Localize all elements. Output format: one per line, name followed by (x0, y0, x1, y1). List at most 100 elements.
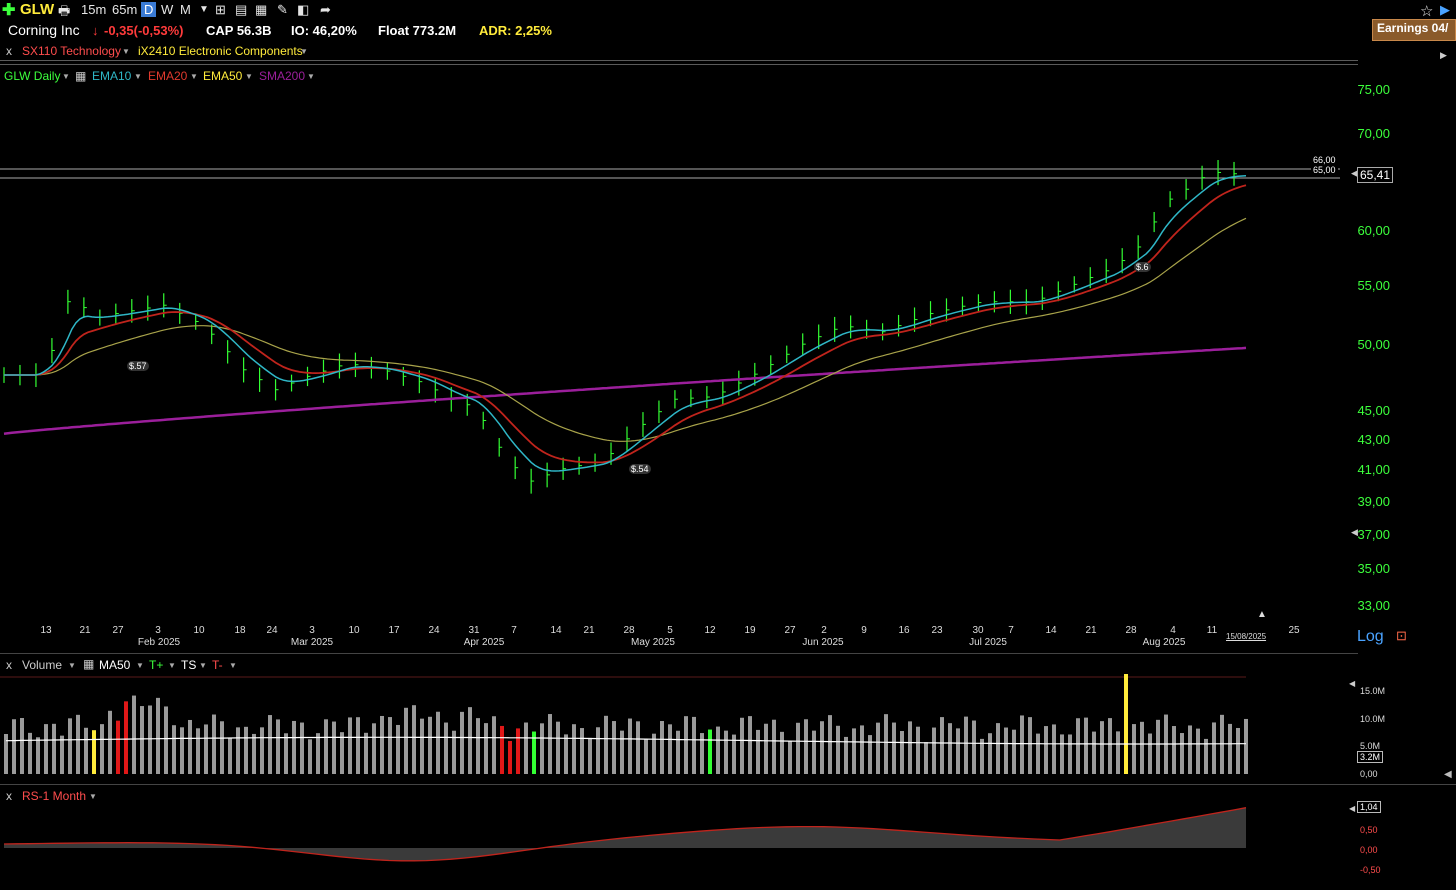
volume-bar (804, 719, 808, 774)
volume-bar (916, 726, 920, 774)
chevron-down-icon[interactable]: ▼ (122, 47, 130, 56)
print-icon[interactable]: 🖶 (58, 2, 70, 24)
price-tick: 37,00 (1357, 527, 1390, 542)
month-label: Aug 2025 (1142, 637, 1186, 648)
date-tick: 3 (309, 625, 315, 636)
timeframe-monthly[interactable]: M (180, 2, 191, 17)
timeframe-15m[interactable]: 15m (81, 2, 106, 17)
volume-bar (252, 733, 256, 774)
chevron-down-icon[interactable]: ▼ (68, 661, 76, 670)
expand-icon[interactable]: ▲ (1257, 609, 1267, 620)
chevron-down-icon[interactable]: ▼ (199, 4, 209, 15)
arrow-left-icon: ◀ (1349, 804, 1356, 813)
close-volume-button[interactable]: x (6, 658, 12, 672)
volume-bar (276, 719, 280, 774)
arrow-left-icon: ◀ (1349, 679, 1356, 688)
volume-bar (308, 739, 312, 774)
volume-bar (508, 740, 512, 774)
dividend-marker[interactable]: $.54 (629, 464, 651, 474)
volume-bar (100, 724, 104, 774)
scroll-icon[interactable]: ◀ (1444, 769, 1452, 780)
month-label: Mar 2025 (290, 637, 334, 648)
volume-bar (340, 732, 344, 774)
price-change: -0,35(-0,53%) (104, 23, 184, 38)
volume-bar (1004, 727, 1008, 774)
volume-bar (724, 730, 728, 774)
date-tick: 10 (348, 625, 360, 636)
ema50-line (4, 217, 1247, 442)
log-scale-toggle[interactable]: Log (1357, 628, 1384, 646)
date-tick: 3 (155, 625, 161, 636)
share-icon[interactable]: ➦ (320, 2, 331, 18)
close-group-button[interactable]: x (6, 44, 12, 58)
volume-bars (4, 674, 1248, 774)
pencil-icon[interactable]: ✎ (277, 2, 288, 18)
volume-bar (116, 720, 120, 774)
sector-link[interactable]: SX110 Technology (22, 44, 121, 58)
rs-tick: 0,50 (1360, 825, 1378, 835)
volume-label[interactable]: Volume (22, 658, 62, 672)
tminus-label[interactable]: T- (212, 658, 223, 672)
layout-icon[interactable]: ▤ (235, 2, 247, 18)
volume-chart[interactable] (0, 674, 1250, 776)
volume-bar (588, 737, 592, 774)
volume-bar (988, 733, 992, 774)
calculator-icon[interactable]: ▦ (255, 2, 267, 18)
month-label: Apr 2025 (463, 637, 505, 648)
volume-bar (620, 730, 624, 774)
chevron-down-icon[interactable]: ▼ (229, 661, 237, 670)
add-icon[interactable]: ✚ (2, 0, 15, 20)
volume-bar (260, 727, 264, 774)
symbol-input[interactable]: GLW (20, 1, 54, 18)
volume-bar (996, 723, 1000, 774)
price-chart[interactable] (0, 60, 1358, 620)
chevron-down-icon[interactable]: ▼ (199, 661, 207, 670)
timeframe-weekly[interactable]: W (161, 2, 173, 17)
volume-bar (524, 722, 528, 774)
chevron-down-icon[interactable]: ▼ (168, 661, 176, 670)
volume-bar (644, 739, 648, 774)
date-tick: 25 (1288, 625, 1300, 636)
volume-bar (708, 729, 712, 774)
volume-bar (1132, 724, 1136, 774)
volume-bar (292, 720, 296, 774)
volume-bar (468, 707, 472, 774)
industry-link[interactable]: iX2410 Electronic Components (138, 44, 303, 58)
volume-bar (780, 731, 784, 774)
grid-icon[interactable]: ▦ (83, 657, 94, 671)
volume-bar (156, 697, 160, 774)
timeframe-65m[interactable]: 65m (112, 2, 137, 17)
volume-bar (788, 740, 792, 774)
volume-bar (1012, 729, 1016, 774)
volume-bar (236, 727, 240, 774)
volume-bar (132, 695, 136, 774)
ts-label[interactable]: TS (181, 658, 196, 672)
volume-bar (860, 725, 864, 774)
timeframe-daily[interactable]: D (141, 2, 157, 17)
rs-tick: 0,00 (1360, 845, 1378, 855)
volume-bar (148, 705, 152, 774)
chevron-down-icon[interactable]: ▼ (300, 47, 308, 56)
scroll-up-icon[interactable]: ▶ (1440, 50, 1447, 61)
volume-bar (1180, 733, 1184, 774)
earnings-badge[interactable]: Earnings 04/ (1372, 19, 1456, 41)
tplus-label[interactable]: T+ (149, 658, 163, 672)
dividend-marker[interactable]: $.6 (1134, 262, 1151, 272)
volume-bar (852, 728, 856, 774)
ma50-label[interactable]: MA50 (99, 658, 130, 672)
volume-bar (1052, 724, 1056, 774)
lock-icon[interactable]: ⊡ (1396, 628, 1407, 644)
volume-bar (484, 723, 488, 774)
star-icon[interactable]: ☆ (1420, 2, 1433, 20)
volume-bar (324, 719, 328, 774)
chevron-down-icon[interactable]: ▼ (136, 661, 144, 670)
volume-bar (332, 721, 336, 774)
volume-bar (348, 717, 352, 774)
rs-chart[interactable] (0, 800, 1250, 890)
volume-bar (1212, 722, 1216, 774)
volume-bar (1188, 725, 1192, 774)
tc-icon[interactable]: ⊞ (215, 2, 226, 18)
notes-icon[interactable]: ◧ (297, 2, 309, 18)
play-icon[interactable]: ▶ (1440, 2, 1450, 18)
dividend-marker[interactable]: $.57 (127, 361, 149, 371)
